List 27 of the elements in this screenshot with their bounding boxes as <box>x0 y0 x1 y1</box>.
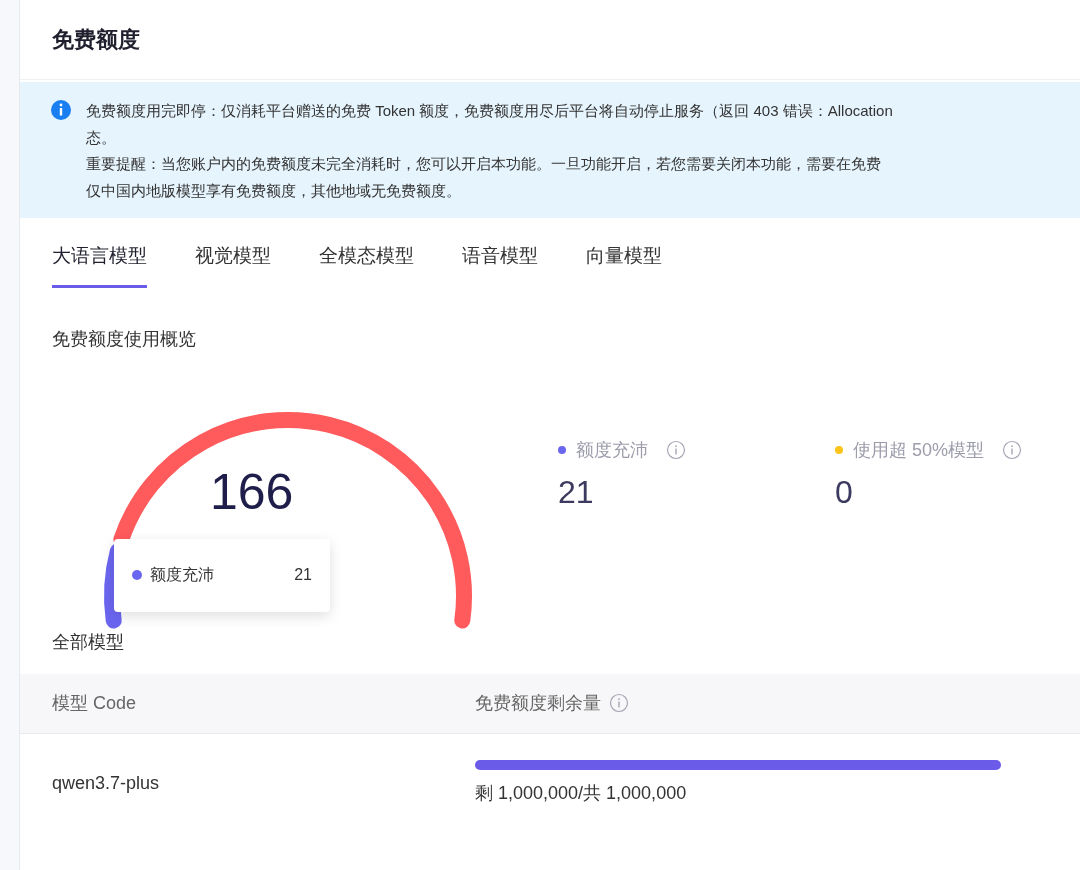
stat-label: 额度充沛 <box>576 438 648 462</box>
remaining-text: 剩 1,000,000/共 1,000,000 <box>475 782 688 805</box>
tab[interactable]: 语音模型 <box>462 232 538 288</box>
info-icon <box>609 693 629 713</box>
stat-label: 使用超 50%模型 <box>853 438 985 462</box>
section-title: 全部模型 <box>51 630 125 654</box>
table-cell: qwen3.7-plus <box>52 773 160 793</box>
info-icon <box>666 440 686 460</box>
stat-value: 21 <box>558 472 595 512</box>
section-title: 免费额度使用概览 <box>51 327 197 351</box>
column-header: 模型 Code <box>52 692 137 713</box>
page-title: 免费额度 <box>52 26 140 54</box>
info-icon <box>50 99 72 121</box>
alert-text: 重要提醒：当您账户内的免费额度未完全消耗时，您可以开启本功能。一旦功能开启，若您需要关闭本功能，需要在免费 <box>86 154 882 174</box>
alert-text: 仅中国内地版模型享有免费额度，其他地域无免费额度。 <box>86 180 462 201</box>
tab[interactable]: 向量模型 <box>586 232 662 288</box>
tab[interactable]: 视觉模型 <box>195 232 271 288</box>
tooltip-value: 21 <box>294 565 312 585</box>
tab[interactable]: 全模态模型 <box>319 232 414 288</box>
alert-text: 免费额度用完即停：仅消耗平台赠送的免费 Token 额度，免费额度用尽后平台将自动停止服务（返回 403 错误：Allocation <box>86 101 893 121</box>
stat-value: 0 <box>835 472 854 512</box>
gauge-total: 166 <box>210 462 294 522</box>
tooltip-label: 额度充沛 <box>150 565 215 585</box>
alert-text: 态。 <box>86 127 117 148</box>
info-icon <box>1002 440 1023 460</box>
tab[interactable]: 大语言模型 <box>52 232 147 288</box>
column-header: 免费额度剩余量 <box>475 691 601 715</box>
